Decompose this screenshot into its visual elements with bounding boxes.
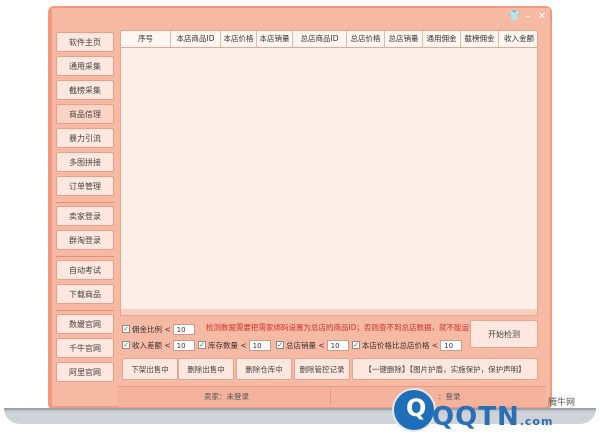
delete-on-sale-button[interactable]: 删除出售中 — [178, 358, 234, 380]
watermark-text: QQTN.com — [432, 402, 553, 432]
watermark-logo-icon: Q — [392, 388, 436, 432]
sidebar-item-ali-site[interactable]: 阿里官网 — [56, 362, 114, 382]
column-header[interactable]: 序号 — [121, 31, 171, 47]
filter-input[interactable]: 10 — [172, 323, 195, 335]
column-header[interactable]: 本店商品ID — [171, 31, 221, 47]
one-click-delete-button[interactable]: 【一键删除】【图片护盾，实施保护，保护声明】 — [352, 358, 538, 380]
unlist-on-sale-button[interactable]: 下架出售中 — [122, 358, 178, 380]
column-header[interactable]: 本店销量 — [257, 31, 293, 47]
sidebar-item-general-collect[interactable]: 通用采集 — [56, 56, 114, 76]
filter-label: 收入差额 < — [132, 340, 171, 350]
checkbox[interactable]: ✓ — [122, 325, 130, 333]
close-button[interactable]: ✕ — [536, 11, 548, 23]
horizontal-scrollbar[interactable] — [121, 309, 537, 315]
sidebar-divider — [56, 310, 114, 311]
sidebar-item-rank-collect[interactable]: 截榜采集 — [56, 80, 114, 100]
sidebar-item-group-login[interactable]: 群淘登录 — [56, 230, 114, 250]
watermark-suffix: .com — [519, 415, 554, 428]
sidebar-item-image-merge[interactable]: 多图拼接 — [56, 152, 114, 172]
sidebar-divider — [56, 256, 114, 257]
filter-input[interactable]: 10 — [172, 339, 195, 351]
checkbox[interactable]: ✓ — [198, 341, 206, 349]
column-header[interactable]: 本店价格 — [221, 31, 257, 47]
sidebar-divider — [56, 202, 114, 203]
column-header[interactable]: 总店商品ID — [293, 31, 347, 47]
column-header[interactable]: 收入金额 — [499, 31, 537, 47]
table-header: 序号 本店商品ID 本店价格 本店销量 总店商品ID 总店价格 总店销量 通用佣… — [121, 31, 537, 48]
watermark-brand: QQTN — [432, 402, 520, 432]
watermark-sub: 腾牛网 — [548, 398, 576, 408]
sidebar-item-download[interactable]: 下载商品 — [56, 284, 114, 304]
checkbox[interactable]: ✓ — [276, 341, 284, 349]
filter-label: 库存数量 < — [208, 340, 247, 350]
minimize-button[interactable]: – — [522, 11, 534, 23]
column-header[interactable]: 截榜佣金 — [461, 31, 499, 47]
title-bar: 👕 – ✕ — [52, 8, 550, 28]
seller-status: 卖家：未登录 — [204, 392, 249, 401]
sidebar-item-auto-exam[interactable]: 自动考试 — [56, 260, 114, 280]
watermark-logo-letter: Q — [406, 394, 427, 422]
filter-commission-ratio: ✓ 佣金比例 < 10 — [122, 322, 195, 336]
sidebar-item-home[interactable]: 软件主页 — [56, 32, 114, 52]
filter-price-compare: ✓ 本店价格比总店价格 < 10 — [352, 338, 463, 352]
sidebar-item-orders[interactable]: 订单管理 — [56, 176, 114, 196]
sidebar-item-qianniu-site[interactable]: 千牛官网 — [56, 338, 114, 358]
filter-input[interactable]: 10 — [248, 339, 271, 351]
sidebar-item-product-manage[interactable]: 商品信理 — [56, 104, 114, 124]
sidebar-item-traffic[interactable]: 暴力引流 — [56, 128, 114, 148]
notice-text: 检测数据需要把需家绑码设置为总店的商品ID；否则查不到总店数据，就不能运行！ — [206, 323, 484, 332]
checkbox[interactable]: ✓ — [122, 341, 130, 349]
skin-icon[interactable]: 👕 — [508, 11, 520, 23]
delete-control-records-button[interactable]: 删除管控记录 — [294, 358, 350, 380]
column-header[interactable]: 总店价格 — [347, 31, 385, 47]
column-header[interactable]: 通用佣金 — [423, 31, 461, 47]
filter-label: 本店价格比总店价格 < — [362, 340, 439, 350]
column-header[interactable]: 总店销量 — [385, 31, 423, 47]
sidebar-item-official-site[interactable]: 数媛官网 — [56, 314, 114, 334]
filter-input[interactable]: 10 — [326, 339, 349, 351]
sidebar-item-seller-login[interactable]: 卖家登录 — [56, 206, 114, 226]
filter-label: 佣金比例 < — [132, 324, 171, 334]
product-table[interactable]: 序号 本店商品ID 本店价格 本店销量 总店商品ID 总店价格 总店销量 通用佣… — [120, 30, 538, 316]
filter-main-sales: ✓ 总店销量 < 10 — [276, 338, 349, 352]
delete-in-stock-button[interactable]: 删除仓库中 — [236, 358, 292, 380]
start-check-button[interactable]: 开始检测 — [470, 320, 538, 348]
filter-stock: ✓ 库存数量 < 10 — [198, 338, 271, 352]
filter-input[interactable]: 10 — [440, 339, 463, 351]
status-separator — [330, 389, 331, 405]
app-window: 👕 – ✕ 软件主页 通用采集 截榜采集 商品信理 暴力引流 多图拼接 订单管理… — [52, 8, 550, 407]
filter-label: 总店销量 < — [286, 340, 325, 350]
filter-income-diff: ✓ 收入差额 < 10 — [122, 338, 195, 352]
checkbox[interactable]: ✓ — [352, 341, 360, 349]
